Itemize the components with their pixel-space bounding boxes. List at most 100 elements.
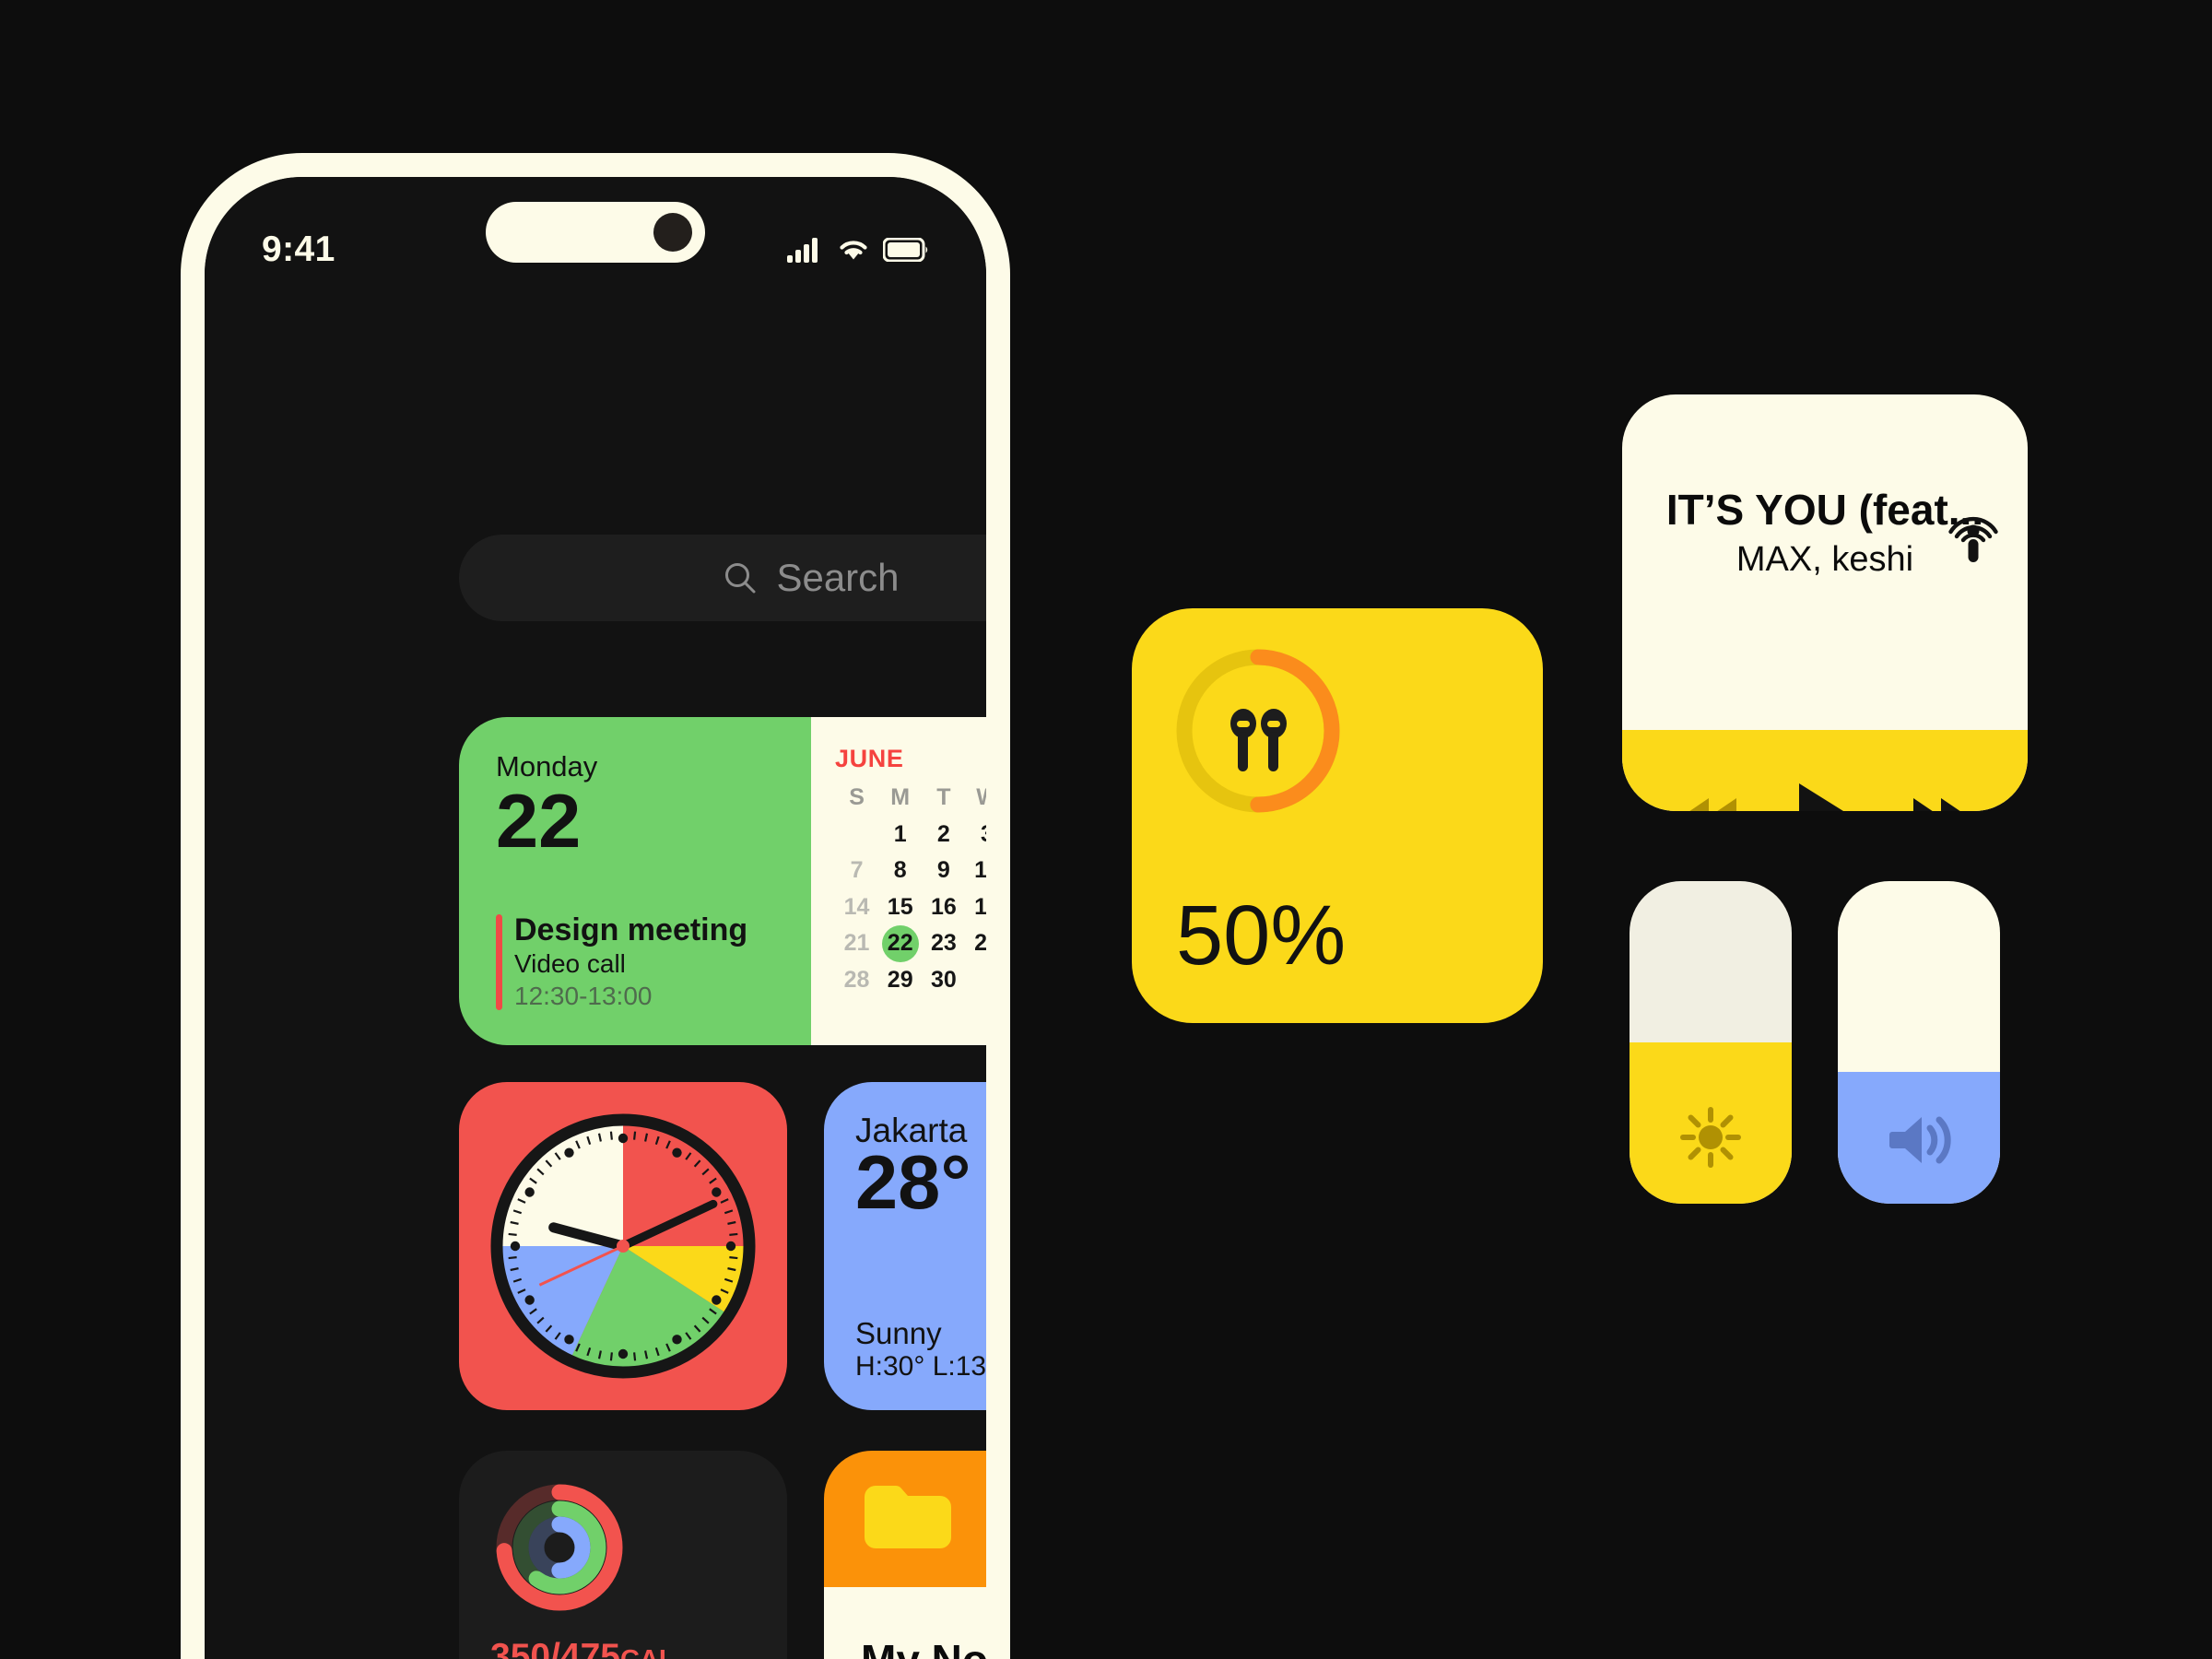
fast-forward-icon[interactable]	[1909, 793, 1971, 811]
clock-hour-tick	[712, 1187, 722, 1197]
calendar-day-cell[interactable]: 24	[965, 926, 986, 961]
calendar-day-cell[interactable]: 14	[835, 890, 878, 925]
clock-hour-tick	[618, 1348, 629, 1359]
notes-title: My Notes	[861, 1635, 986, 1659]
calendar-day-cell[interactable]: 21	[835, 926, 878, 961]
calendar-day-today[interactable]: 22	[878, 926, 922, 961]
clock-hour-tick	[524, 1187, 535, 1197]
notes-header	[824, 1451, 986, 1587]
airpods-battery-percent: 50%	[1176, 888, 1347, 982]
calendar-day-cell[interactable]: 1	[878, 818, 922, 853]
calendar-day-cell[interactable]: 16	[922, 890, 965, 925]
calendar-day-cell[interactable]: 3	[965, 818, 986, 853]
calendar-day-cell[interactable]: 30	[922, 963, 965, 998]
search-placeholder: Search	[776, 556, 900, 599]
calendar-event[interactable]: Design meeting Video call 12:30-13:00	[496, 912, 747, 1012]
folder-icon	[865, 1486, 951, 1548]
calendar-month-panel: JUNE SMTWTFS1234567891011121314151617181…	[811, 717, 986, 1045]
clock-minute-tick	[729, 1256, 738, 1260]
play-icon[interactable]	[1792, 780, 1858, 811]
brightness-slider[interactable]	[1630, 881, 1792, 1204]
phone-mockup: 9:41 Search Monday 22 Design meeting Vid…	[181, 153, 1010, 1659]
front-camera-dot	[653, 213, 692, 252]
fitness-move-value: 350/475	[490, 1637, 620, 1659]
activity-rings-icon	[496, 1484, 623, 1611]
search-icon	[725, 563, 756, 594]
event-subtitle: Video call	[514, 949, 626, 979]
airpods-battery-widget[interactable]: 50%	[1132, 608, 1543, 1023]
rewind-icon[interactable]	[1678, 793, 1741, 811]
podcast-icon	[1948, 516, 1998, 562]
calendar-day-number: 22	[496, 778, 582, 864]
calendar-widget[interactable]: Monday 22 Design meeting Video call 12:3…	[459, 717, 986, 1045]
fitness-widget[interactable]: 350/475CAL 18/30min 6/12hrs	[459, 1451, 787, 1659]
weather-condition: Sunny	[855, 1316, 942, 1350]
calendar-day-cell[interactable]: 7	[835, 853, 878, 888]
clock-hour-tick	[618, 1133, 629, 1144]
calendar-day-panel: Monday 22 Design meeting Video call 12:3…	[459, 717, 811, 1045]
event-title: Design meeting	[514, 912, 748, 948]
clock-widget[interactable]	[459, 1082, 787, 1410]
clock-minute-tick	[729, 1232, 738, 1236]
event-time: 12:30-13:00	[514, 982, 653, 1010]
podcast-controls	[1622, 730, 2028, 811]
calendar-day-cell[interactable]: 17	[965, 890, 986, 925]
clock-minute-tick	[633, 1131, 637, 1140]
clock-minute-tick	[609, 1131, 613, 1140]
volume-slider[interactable]	[1838, 881, 2000, 1204]
calendar-day-cell	[965, 963, 986, 998]
volume-fill[interactable]	[1838, 1071, 2000, 1204]
calendar-weekday-header: M	[890, 784, 911, 810]
weather-summary: Sunny H:30° L:13°	[855, 1316, 986, 1382]
battery-icon	[883, 238, 928, 262]
clock-minute-tick	[633, 1352, 637, 1361]
calendar-weekday-header: W	[965, 781, 986, 816]
clock-hour-tick	[564, 1147, 574, 1158]
dynamic-island	[486, 202, 705, 263]
calendar-day-cell[interactable]: 10	[965, 853, 986, 888]
weather-widget[interactable]: Jakarta 28° Sunny H:30° L:13°	[824, 1082, 986, 1410]
calendar-day-cell[interactable]: 29	[878, 963, 922, 998]
calendar-weekday-header: S	[849, 784, 865, 810]
calendar-day-cell[interactable]: 28	[835, 963, 878, 998]
weather-high-low: H:30° L:13°	[855, 1351, 986, 1382]
notes-widget[interactable]: My Notes 30 Notes	[824, 1451, 986, 1659]
clock-hour-tick	[672, 1335, 682, 1345]
calendar-month-label: JUNE	[835, 745, 904, 772]
canvas: 9:41 Search Monday 22 Design meeting Vid…	[0, 0, 2212, 1659]
clock-sector-red	[623, 1125, 744, 1246]
clock-hour-tick	[564, 1335, 574, 1345]
volume-icon	[1889, 1116, 1951, 1164]
brightness-icon	[1680, 1107, 1741, 1168]
clock-hour-tick	[524, 1295, 535, 1305]
analog-clock-icon	[490, 1113, 756, 1379]
brightness-fill[interactable]	[1630, 1042, 1792, 1204]
clock-minute-tick	[508, 1256, 517, 1260]
calendar-day-cell[interactable]: 23	[922, 926, 965, 961]
calendar-day-cell[interactable]: 9	[922, 853, 965, 888]
clock-hour-tick	[672, 1147, 682, 1158]
wifi-icon	[840, 241, 867, 260]
notes-body: My Notes 30 Notes	[824, 1587, 986, 1659]
podcast-info: IT’S YOU (feat... MAX, keshi	[1622, 485, 2028, 730]
phone-screen: 9:41 Search Monday 22 Design meeting Vid…	[205, 177, 986, 1659]
airpods-battery-ring	[1176, 649, 1340, 813]
calendar-weekday-header: T	[936, 784, 951, 810]
clock-minute-tick	[609, 1352, 613, 1361]
clock-hour-tick	[510, 1241, 521, 1252]
calendar-grid[interactable]: SMTWTFS123456789101112131415161718192021…	[835, 781, 986, 997]
fitness-move-row: 350/475CAL	[490, 1636, 756, 1659]
calendar-day-cell[interactable]: 15	[878, 890, 922, 925]
status-time: 9:41	[262, 229, 335, 269]
cellular-bars-icon	[787, 238, 818, 263]
calendar-day-cell[interactable]: 8	[878, 853, 922, 888]
status-icons	[787, 237, 929, 263]
clock-hour-tick	[712, 1295, 722, 1305]
clock-hour-tick	[725, 1241, 736, 1252]
calendar-day-cell[interactable]: 2	[922, 818, 965, 853]
podcast-widget[interactable]: IT’S YOU (feat... MAX, keshi	[1622, 394, 2028, 811]
search-input[interactable]: Search	[459, 535, 986, 621]
weather-temperature: 28°	[855, 1139, 971, 1225]
calendar-day-cell	[835, 818, 878, 853]
fitness-move-unit: CAL	[620, 1645, 676, 1659]
